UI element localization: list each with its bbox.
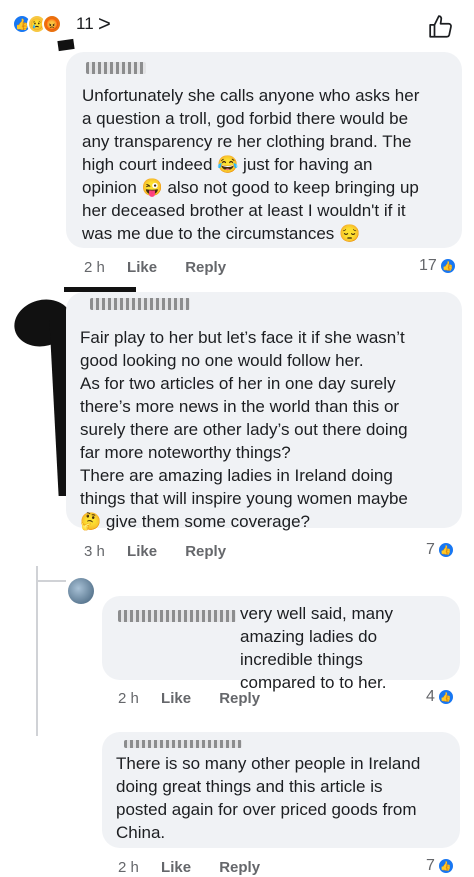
reply-time: 2 h	[118, 859, 139, 876]
like-reaction-icon: 👍	[436, 688, 455, 706]
comment-text: Fair play to her but let’s face it if sh…	[80, 328, 408, 531]
avatar[interactable]	[68, 578, 94, 604]
reply-bubble: There is so many other people in Ireland…	[102, 732, 460, 848]
reply-reaction-count[interactable]: 7 👍	[426, 857, 455, 875]
like-button[interactable]: Like	[161, 690, 191, 707]
comment-reaction-count[interactable]: 7 👍	[426, 541, 455, 559]
reply-time: 2 h	[118, 690, 139, 707]
reply-actions: 2 h Like Reply	[118, 690, 260, 707]
reaction-icons[interactable]: 👍 😢 😡	[12, 14, 62, 34]
comment-reaction-count[interactable]: 17 👍	[419, 257, 457, 275]
comment-actions: 3 h Like Reply	[84, 543, 226, 560]
reply-text: There is so many other people in Ireland…	[116, 754, 421, 842]
thread-line	[36, 566, 38, 736]
reply-author-name[interactable]	[118, 610, 236, 622]
like-reaction-icon: 👍	[436, 857, 455, 875]
like-reaction-icon: 👍	[436, 541, 455, 559]
comment-author-name[interactable]	[90, 298, 190, 310]
reaction-count[interactable]: 11	[76, 14, 94, 34]
thumbs-up-icon[interactable]	[428, 14, 454, 40]
angry-reaction-icon: 😡	[42, 14, 62, 34]
chevron-right-icon[interactable]: >	[98, 11, 111, 37]
comment-bubble: Unfortunately she calls anyone who asks …	[66, 52, 462, 248]
comment-time: 2 h	[84, 259, 105, 276]
reply-button[interactable]: Reply	[219, 859, 260, 876]
redaction-mark	[57, 38, 75, 52]
reply-author-name[interactable]	[124, 740, 242, 748]
comment-bubble: Fair play to her but let’s face it if sh…	[66, 292, 462, 531]
comment-text: Unfortunately she calls anyone who asks …	[82, 86, 420, 243]
comment-author-name[interactable]	[86, 62, 146, 74]
like-button[interactable]: Like	[161, 859, 191, 876]
reply-text: very well said, many amazing ladies do i…	[240, 604, 394, 692]
thread-line	[36, 580, 66, 582]
reply-button[interactable]: Reply	[185, 543, 226, 560]
reply-button[interactable]: Reply	[219, 690, 260, 707]
reply-bubble: very well said, many amazing ladies do i…	[102, 596, 460, 692]
reply-reaction-count[interactable]: 4 👍	[426, 688, 455, 706]
comment-time: 3 h	[84, 543, 105, 560]
like-reaction-icon: 👍	[438, 257, 457, 275]
like-button[interactable]: Like	[127, 543, 157, 560]
reply-button[interactable]: Reply	[185, 259, 226, 276]
reply-actions: 2 h Like Reply	[118, 859, 260, 876]
comment-actions: 2 h Like Reply	[84, 259, 226, 276]
like-button[interactable]: Like	[127, 259, 157, 276]
